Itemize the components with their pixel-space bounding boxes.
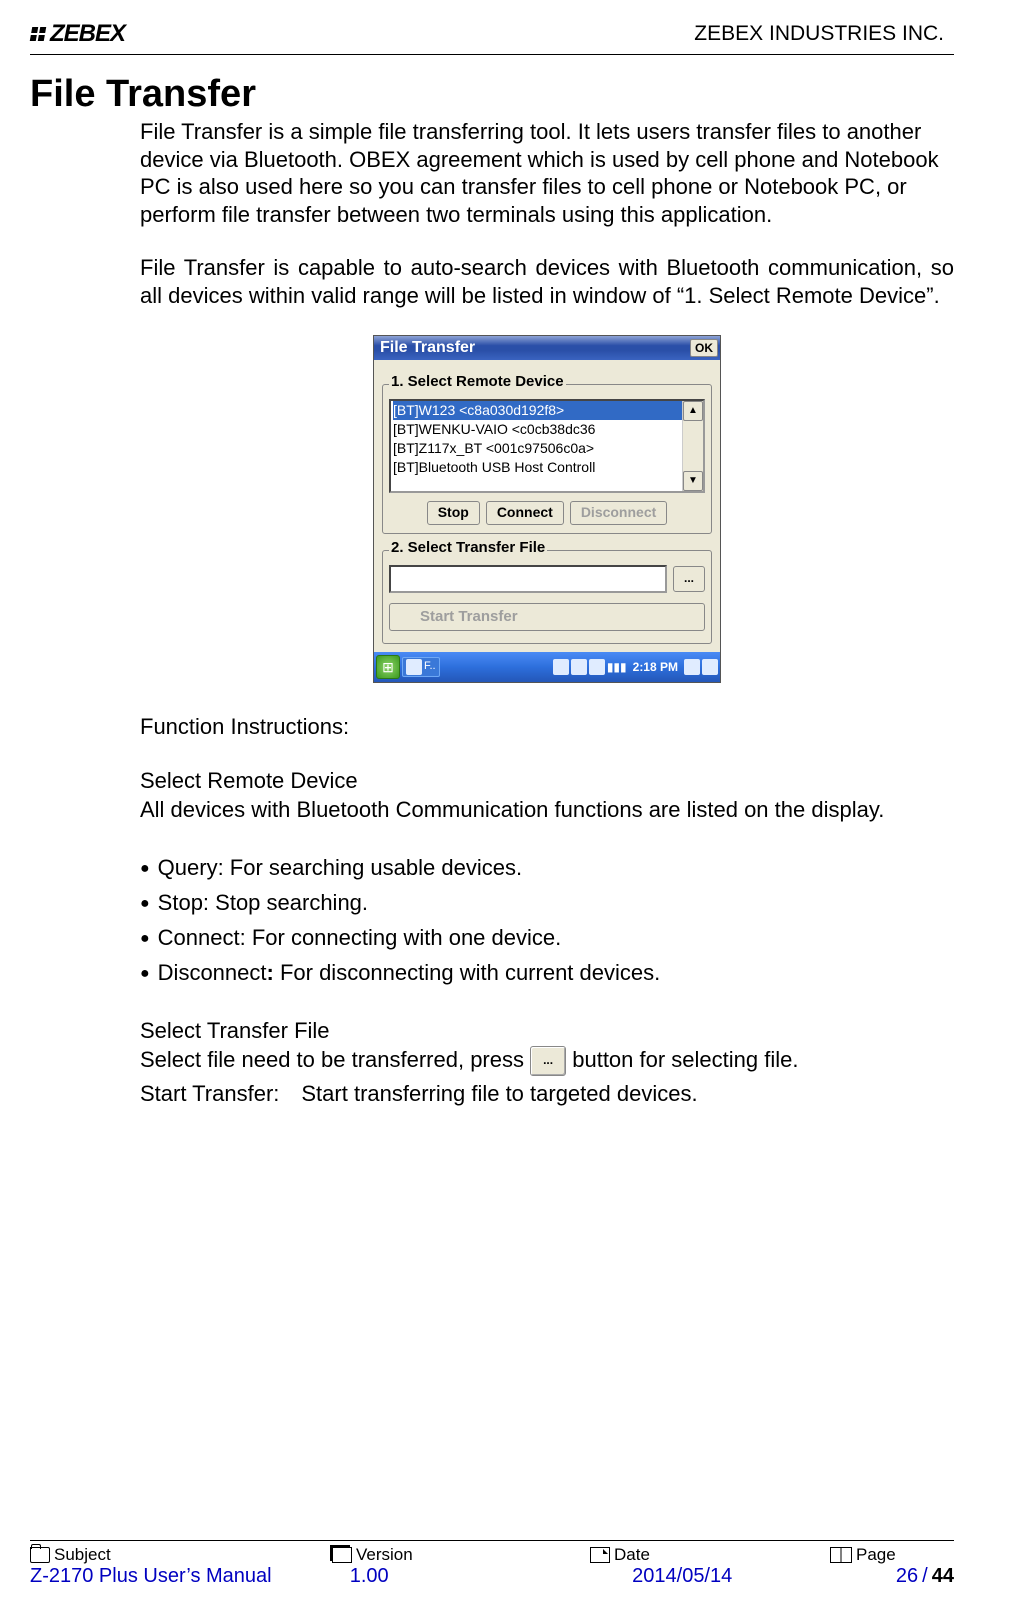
app-icon — [406, 659, 422, 675]
stack-icon — [332, 1547, 352, 1563]
page-title: File Transfer — [30, 73, 954, 116]
start-transfer-line: Start Transfer: Start transferring file … — [140, 1080, 954, 1108]
text-before: Select file need to be transferred, pres… — [140, 1047, 530, 1072]
select-remote-heading: Select Remote Device — [140, 767, 954, 795]
sip-icon[interactable] — [684, 659, 700, 675]
bullet-item: Disconnect: For disconnecting with curre… — [140, 955, 954, 990]
footer-version: 1.00 — [310, 1565, 592, 1588]
taskbar: F.. ▮▮▮ 2:18 PM — [374, 652, 720, 682]
logo-mark-icon — [29, 26, 48, 42]
function-instructions-heading: Function Instructions: — [140, 713, 954, 741]
text-after: button for selecting file. — [572, 1047, 798, 1072]
footer-subject: Z-2170 Plus User’s Manual — [30, 1565, 310, 1588]
start-menu-icon[interactable] — [376, 655, 400, 679]
bullet-prefix: Disconnect — [158, 960, 267, 985]
group-label-remote: 1. Select Remote Device — [389, 373, 566, 392]
bullet-item: Connect: For connecting with one device. — [140, 920, 954, 955]
device-listbox[interactable]: [BT]W123 <c8a030d192f8> [BT]WENKU-VAIO <… — [389, 399, 705, 493]
select-file-heading: Select Transfer File — [140, 1017, 954, 1045]
stop-button[interactable]: Stop — [427, 501, 480, 525]
taskbar-app[interactable]: F.. — [402, 657, 440, 677]
select-file-text: Select file need to be transferred, pres… — [140, 1046, 954, 1076]
list-item[interactable]: [BT]W123 <c8a030d192f8> — [393, 401, 703, 420]
book-icon — [830, 1547, 852, 1563]
tray-icon — [571, 659, 587, 675]
folder-icon — [30, 1547, 50, 1563]
page-current: 26 — [896, 1565, 918, 1588]
connect-button[interactable]: Connect — [486, 501, 564, 525]
bullet-item: Stop: Stop searching. — [140, 885, 954, 920]
clock: 2:18 PM — [629, 660, 682, 675]
footer-label-version: Version — [356, 1545, 413, 1565]
taskbar-app-label: F.. — [424, 660, 436, 674]
tray-icon — [553, 659, 569, 675]
select-remote-text: All devices with Bluetooth Communication… — [140, 796, 954, 824]
browse-button[interactable]: ... — [673, 566, 705, 592]
page-header: ZEBEX ZEBEX INDUSTRIES INC. — [30, 20, 954, 55]
bullet-item: Query: For searching usable devices. — [140, 850, 954, 885]
intro-paragraph-1: File Transfer is a simple file transferr… — [140, 118, 954, 228]
company-name: ZEBEX INDUSTRIES INC. — [694, 22, 944, 46]
footer-date: 2014/05/14 — [592, 1565, 856, 1588]
start-transfer-button[interactable]: Start Transfer — [389, 603, 705, 632]
window-title: File Transfer — [380, 338, 475, 358]
logo-text: ZEBEX — [50, 20, 125, 48]
app-screenshot: File Transfer OK 1. Select Remote Device… — [373, 335, 721, 683]
scroll-down-icon[interactable]: ▼ — [683, 471, 703, 491]
window-titlebar: File Transfer OK — [374, 336, 720, 360]
disconnect-button[interactable]: Disconnect — [570, 501, 667, 525]
bullet-rest: For disconnecting with current devices. — [274, 960, 660, 985]
select-transfer-file-group: 2. Select Transfer File ... Start Transf… — [382, 550, 712, 645]
ok-button[interactable]: OK — [690, 339, 718, 357]
footer-page: 26 / 44 — [856, 1565, 954, 1588]
group-label-file: 2. Select Transfer File — [389, 539, 547, 558]
footer-label-subject: Subject — [54, 1545, 111, 1565]
select-remote-device-group: 1. Select Remote Device [BT]W123 <c8a030… — [382, 384, 712, 534]
list-item[interactable]: [BT]WENKU-VAIO <c0cb38dc36 — [393, 420, 703, 439]
page-footer: Subject Version Date Page Z-2170 Plus Us… — [30, 1540, 954, 1588]
scroll-up-icon[interactable]: ▲ — [683, 401, 703, 421]
desktop-icon[interactable] — [702, 659, 718, 675]
scrollbar[interactable]: ▲ ▼ — [682, 401, 703, 491]
list-item[interactable]: [BT]Z117x_BT <001c97506c0a> — [393, 439, 703, 458]
logo: ZEBEX — [30, 20, 125, 48]
file-path-input[interactable] — [389, 565, 667, 593]
calendar-icon — [590, 1547, 610, 1563]
browse-icon: ... — [530, 1046, 566, 1076]
list-item[interactable]: [BT]Bluetooth USB Host Controll — [393, 458, 703, 477]
page-total: 44 — [932, 1565, 954, 1588]
battery-icon: ▮▮▮ — [607, 660, 627, 675]
page-sep: / — [922, 1565, 928, 1588]
tray-icon — [589, 659, 605, 675]
footer-label-page: Page — [856, 1545, 896, 1565]
footer-label-date: Date — [614, 1545, 650, 1565]
intro-paragraph-2: File Transfer is capable to auto-search … — [140, 254, 954, 309]
function-bullet-list: Query: For searching usable devices. Sto… — [140, 850, 954, 991]
